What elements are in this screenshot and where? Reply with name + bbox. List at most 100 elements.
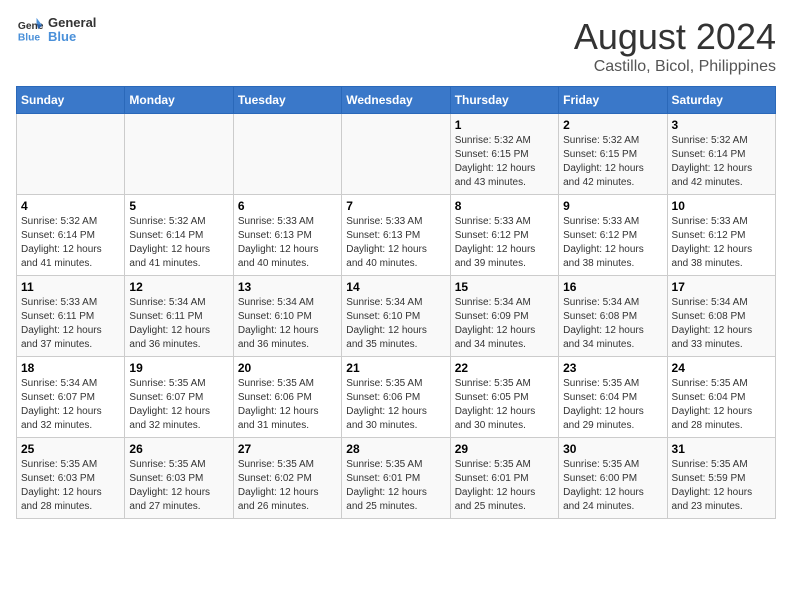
calendar-cell: 24Sunrise: 5:35 AM Sunset: 6:04 PM Dayli… xyxy=(667,357,775,438)
day-number: 3 xyxy=(672,118,771,132)
calendar-cell: 2 Sunrise: 5:32 AM Sunset: 6:15 PM Daylig… xyxy=(559,114,667,195)
calendar-week-1: 1Sunrise: 5:32 AM Sunset: 6:15 PM Daylig… xyxy=(17,114,776,195)
calendar-cell: 22Sunrise: 5:35 AM Sunset: 6:05 PM Dayli… xyxy=(450,357,558,438)
calendar-cell: 20 Sunrise: 5:35 AM Sunset: 6:06 PM Dayli… xyxy=(233,357,341,438)
calendar-week-4: 18 Sunrise: 5:34 AM Sunset: 6:07 PM Dayli… xyxy=(17,357,776,438)
day-info: Sunrise: 5:35 AM Sunset: 6:06 PM Dayligh… xyxy=(346,377,445,433)
day-info: Sunrise: 5:33 AM Sunset: 6:13 PM Dayligh… xyxy=(346,215,445,271)
calendar-cell: 7 Sunrise: 5:33 AM Sunset: 6:13 PM Daylig… xyxy=(342,195,450,276)
day-number: 2 xyxy=(563,118,662,132)
weekday-header-wednesday: Wednesday xyxy=(342,87,450,114)
calendar-cell: 28 Sunrise: 5:35 AM Sunset: 6:01 PM Dayli… xyxy=(342,438,450,519)
day-info: Sunrise: 5:33 AM Sunset: 6:12 PM Dayligh… xyxy=(455,215,554,271)
day-info: Sunrise: 5:33 AM Sunset: 6:12 PM Dayligh… xyxy=(563,215,662,271)
calendar-cell: 18 Sunrise: 5:34 AM Sunset: 6:07 PM Dayli… xyxy=(17,357,125,438)
day-info: Sunrise: 5:33 AM Sunset: 6:11 PM Dayligh… xyxy=(21,296,120,352)
weekday-header-friday: Friday xyxy=(559,87,667,114)
day-info: Sunrise: 5:35 AM Sunset: 5:59 PM Dayligh… xyxy=(672,458,771,514)
day-info: Sunrise: 5:35 AM Sunset: 6:04 PM Dayligh… xyxy=(563,377,662,433)
day-info: Sunrise: 5:34 AM Sunset: 6:11 PM Dayligh… xyxy=(129,296,228,352)
calendar-cell: 29Sunrise: 5:35 AM Sunset: 6:01 PM Dayli… xyxy=(450,438,558,519)
day-number: 29 xyxy=(455,442,554,456)
day-info: Sunrise: 5:35 AM Sunset: 6:07 PM Dayligh… xyxy=(129,377,228,433)
day-number: 11 xyxy=(21,280,120,294)
header: General Blue General Blue August 2024 Ca… xyxy=(16,16,776,76)
calendar-cell: 13 Sunrise: 5:34 AM Sunset: 6:10 PM Dayli… xyxy=(233,276,341,357)
day-number: 19 xyxy=(129,361,228,375)
day-number: 23 xyxy=(563,361,662,375)
day-info: Sunrise: 5:32 AM Sunset: 6:14 PM Dayligh… xyxy=(672,134,771,190)
calendar-cell: 4Sunrise: 5:32 AM Sunset: 6:14 PM Daylig… xyxy=(17,195,125,276)
calendar-cell: 30Sunrise: 5:35 AM Sunset: 6:00 PM Dayli… xyxy=(559,438,667,519)
calendar-cell: 27Sunrise: 5:35 AM Sunset: 6:02 PM Dayli… xyxy=(233,438,341,519)
day-info: Sunrise: 5:32 AM Sunset: 6:15 PM Dayligh… xyxy=(455,134,554,190)
calendar-cell: 19 Sunrise: 5:35 AM Sunset: 6:07 PM Dayli… xyxy=(125,357,233,438)
calendar-cell: 8 Sunrise: 5:33 AM Sunset: 6:12 PM Daylig… xyxy=(450,195,558,276)
calendar-week-3: 11 Sunrise: 5:33 AM Sunset: 6:11 PM Dayli… xyxy=(17,276,776,357)
title-area: August 2024 Castillo, Bicol, Philippines xyxy=(574,16,776,76)
day-info: Sunrise: 5:35 AM Sunset: 6:02 PM Dayligh… xyxy=(238,458,337,514)
day-number: 6 xyxy=(238,199,337,213)
calendar-cell xyxy=(125,114,233,195)
calendar-cell xyxy=(342,114,450,195)
calendar-cell: 9 Sunrise: 5:33 AM Sunset: 6:12 PM Daylig… xyxy=(559,195,667,276)
calendar-table: SundayMondayTuesdayWednesdayThursdayFrid… xyxy=(16,86,776,519)
day-info: Sunrise: 5:35 AM Sunset: 6:06 PM Dayligh… xyxy=(238,377,337,433)
calendar-cell: 15 Sunrise: 5:34 AM Sunset: 6:09 PM Dayli… xyxy=(450,276,558,357)
day-info: Sunrise: 5:34 AM Sunset: 6:10 PM Dayligh… xyxy=(346,296,445,352)
day-info: Sunrise: 5:34 AM Sunset: 6:09 PM Dayligh… xyxy=(455,296,554,352)
day-number: 5 xyxy=(129,199,228,213)
day-info: Sunrise: 5:35 AM Sunset: 6:03 PM Dayligh… xyxy=(129,458,228,514)
calendar-week-5: 25 Sunrise: 5:35 AM Sunset: 6:03 PM Dayli… xyxy=(17,438,776,519)
day-number: 16 xyxy=(563,280,662,294)
calendar-cell: 25 Sunrise: 5:35 AM Sunset: 6:03 PM Dayli… xyxy=(17,438,125,519)
calendar-cell: 31 Sunrise: 5:35 AM Sunset: 5:59 PM Dayli… xyxy=(667,438,775,519)
calendar-cell: 6Sunrise: 5:33 AM Sunset: 6:13 PM Daylig… xyxy=(233,195,341,276)
day-number: 20 xyxy=(238,361,337,375)
day-number: 21 xyxy=(346,361,445,375)
day-number: 15 xyxy=(455,280,554,294)
day-number: 18 xyxy=(21,361,120,375)
day-number: 25 xyxy=(21,442,120,456)
calendar-cell: 17 Sunrise: 5:34 AM Sunset: 6:08 PM Dayli… xyxy=(667,276,775,357)
calendar-cell: 26Sunrise: 5:35 AM Sunset: 6:03 PM Dayli… xyxy=(125,438,233,519)
day-number: 10 xyxy=(672,199,771,213)
calendar-cell: 23 Sunrise: 5:35 AM Sunset: 6:04 PM Dayli… xyxy=(559,357,667,438)
weekday-header-tuesday: Tuesday xyxy=(233,87,341,114)
day-info: Sunrise: 5:35 AM Sunset: 6:01 PM Dayligh… xyxy=(346,458,445,514)
calendar-cell: 21 Sunrise: 5:35 AM Sunset: 6:06 PM Dayli… xyxy=(342,357,450,438)
calendar-cell: 12 Sunrise: 5:34 AM Sunset: 6:11 PM Dayli… xyxy=(125,276,233,357)
day-info: Sunrise: 5:35 AM Sunset: 6:03 PM Dayligh… xyxy=(21,458,120,514)
calendar-cell xyxy=(17,114,125,195)
day-info: Sunrise: 5:34 AM Sunset: 6:07 PM Dayligh… xyxy=(21,377,120,433)
calendar-cell: 16 Sunrise: 5:34 AM Sunset: 6:08 PM Dayli… xyxy=(559,276,667,357)
calendar-cell: 14Sunrise: 5:34 AM Sunset: 6:10 PM Dayli… xyxy=(342,276,450,357)
day-number: 28 xyxy=(346,442,445,456)
page-subtitle: Castillo, Bicol, Philippines xyxy=(574,58,776,76)
day-info: Sunrise: 5:34 AM Sunset: 6:08 PM Dayligh… xyxy=(563,296,662,352)
calendar-cell: 5 Sunrise: 5:32 AM Sunset: 6:14 PM Daylig… xyxy=(125,195,233,276)
day-number: 12 xyxy=(129,280,228,294)
day-number: 7 xyxy=(346,199,445,213)
day-info: Sunrise: 5:33 AM Sunset: 6:12 PM Dayligh… xyxy=(672,215,771,271)
weekday-header-thursday: Thursday xyxy=(450,87,558,114)
logo: General Blue General Blue xyxy=(16,16,96,45)
day-number: 31 xyxy=(672,442,771,456)
day-info: Sunrise: 5:32 AM Sunset: 6:14 PM Dayligh… xyxy=(129,215,228,271)
day-info: Sunrise: 5:34 AM Sunset: 6:10 PM Dayligh… xyxy=(238,296,337,352)
day-info: Sunrise: 5:32 AM Sunset: 6:15 PM Dayligh… xyxy=(563,134,662,190)
calendar-cell: 1Sunrise: 5:32 AM Sunset: 6:15 PM Daylig… xyxy=(450,114,558,195)
calendar-week-2: 4Sunrise: 5:32 AM Sunset: 6:14 PM Daylig… xyxy=(17,195,776,276)
calendar-cell: 11 Sunrise: 5:33 AM Sunset: 6:11 PM Dayli… xyxy=(17,276,125,357)
day-number: 13 xyxy=(238,280,337,294)
calendar-cell xyxy=(233,114,341,195)
day-number: 8 xyxy=(455,199,554,213)
day-info: Sunrise: 5:35 AM Sunset: 6:04 PM Dayligh… xyxy=(672,377,771,433)
day-info: Sunrise: 5:35 AM Sunset: 6:05 PM Dayligh… xyxy=(455,377,554,433)
day-info: Sunrise: 5:34 AM Sunset: 6:08 PM Dayligh… xyxy=(672,296,771,352)
calendar-cell: 10 Sunrise: 5:33 AM Sunset: 6:12 PM Dayli… xyxy=(667,195,775,276)
day-number: 9 xyxy=(563,199,662,213)
day-info: Sunrise: 5:32 AM Sunset: 6:14 PM Dayligh… xyxy=(21,215,120,271)
day-number: 17 xyxy=(672,280,771,294)
page-title: August 2024 xyxy=(574,16,776,58)
